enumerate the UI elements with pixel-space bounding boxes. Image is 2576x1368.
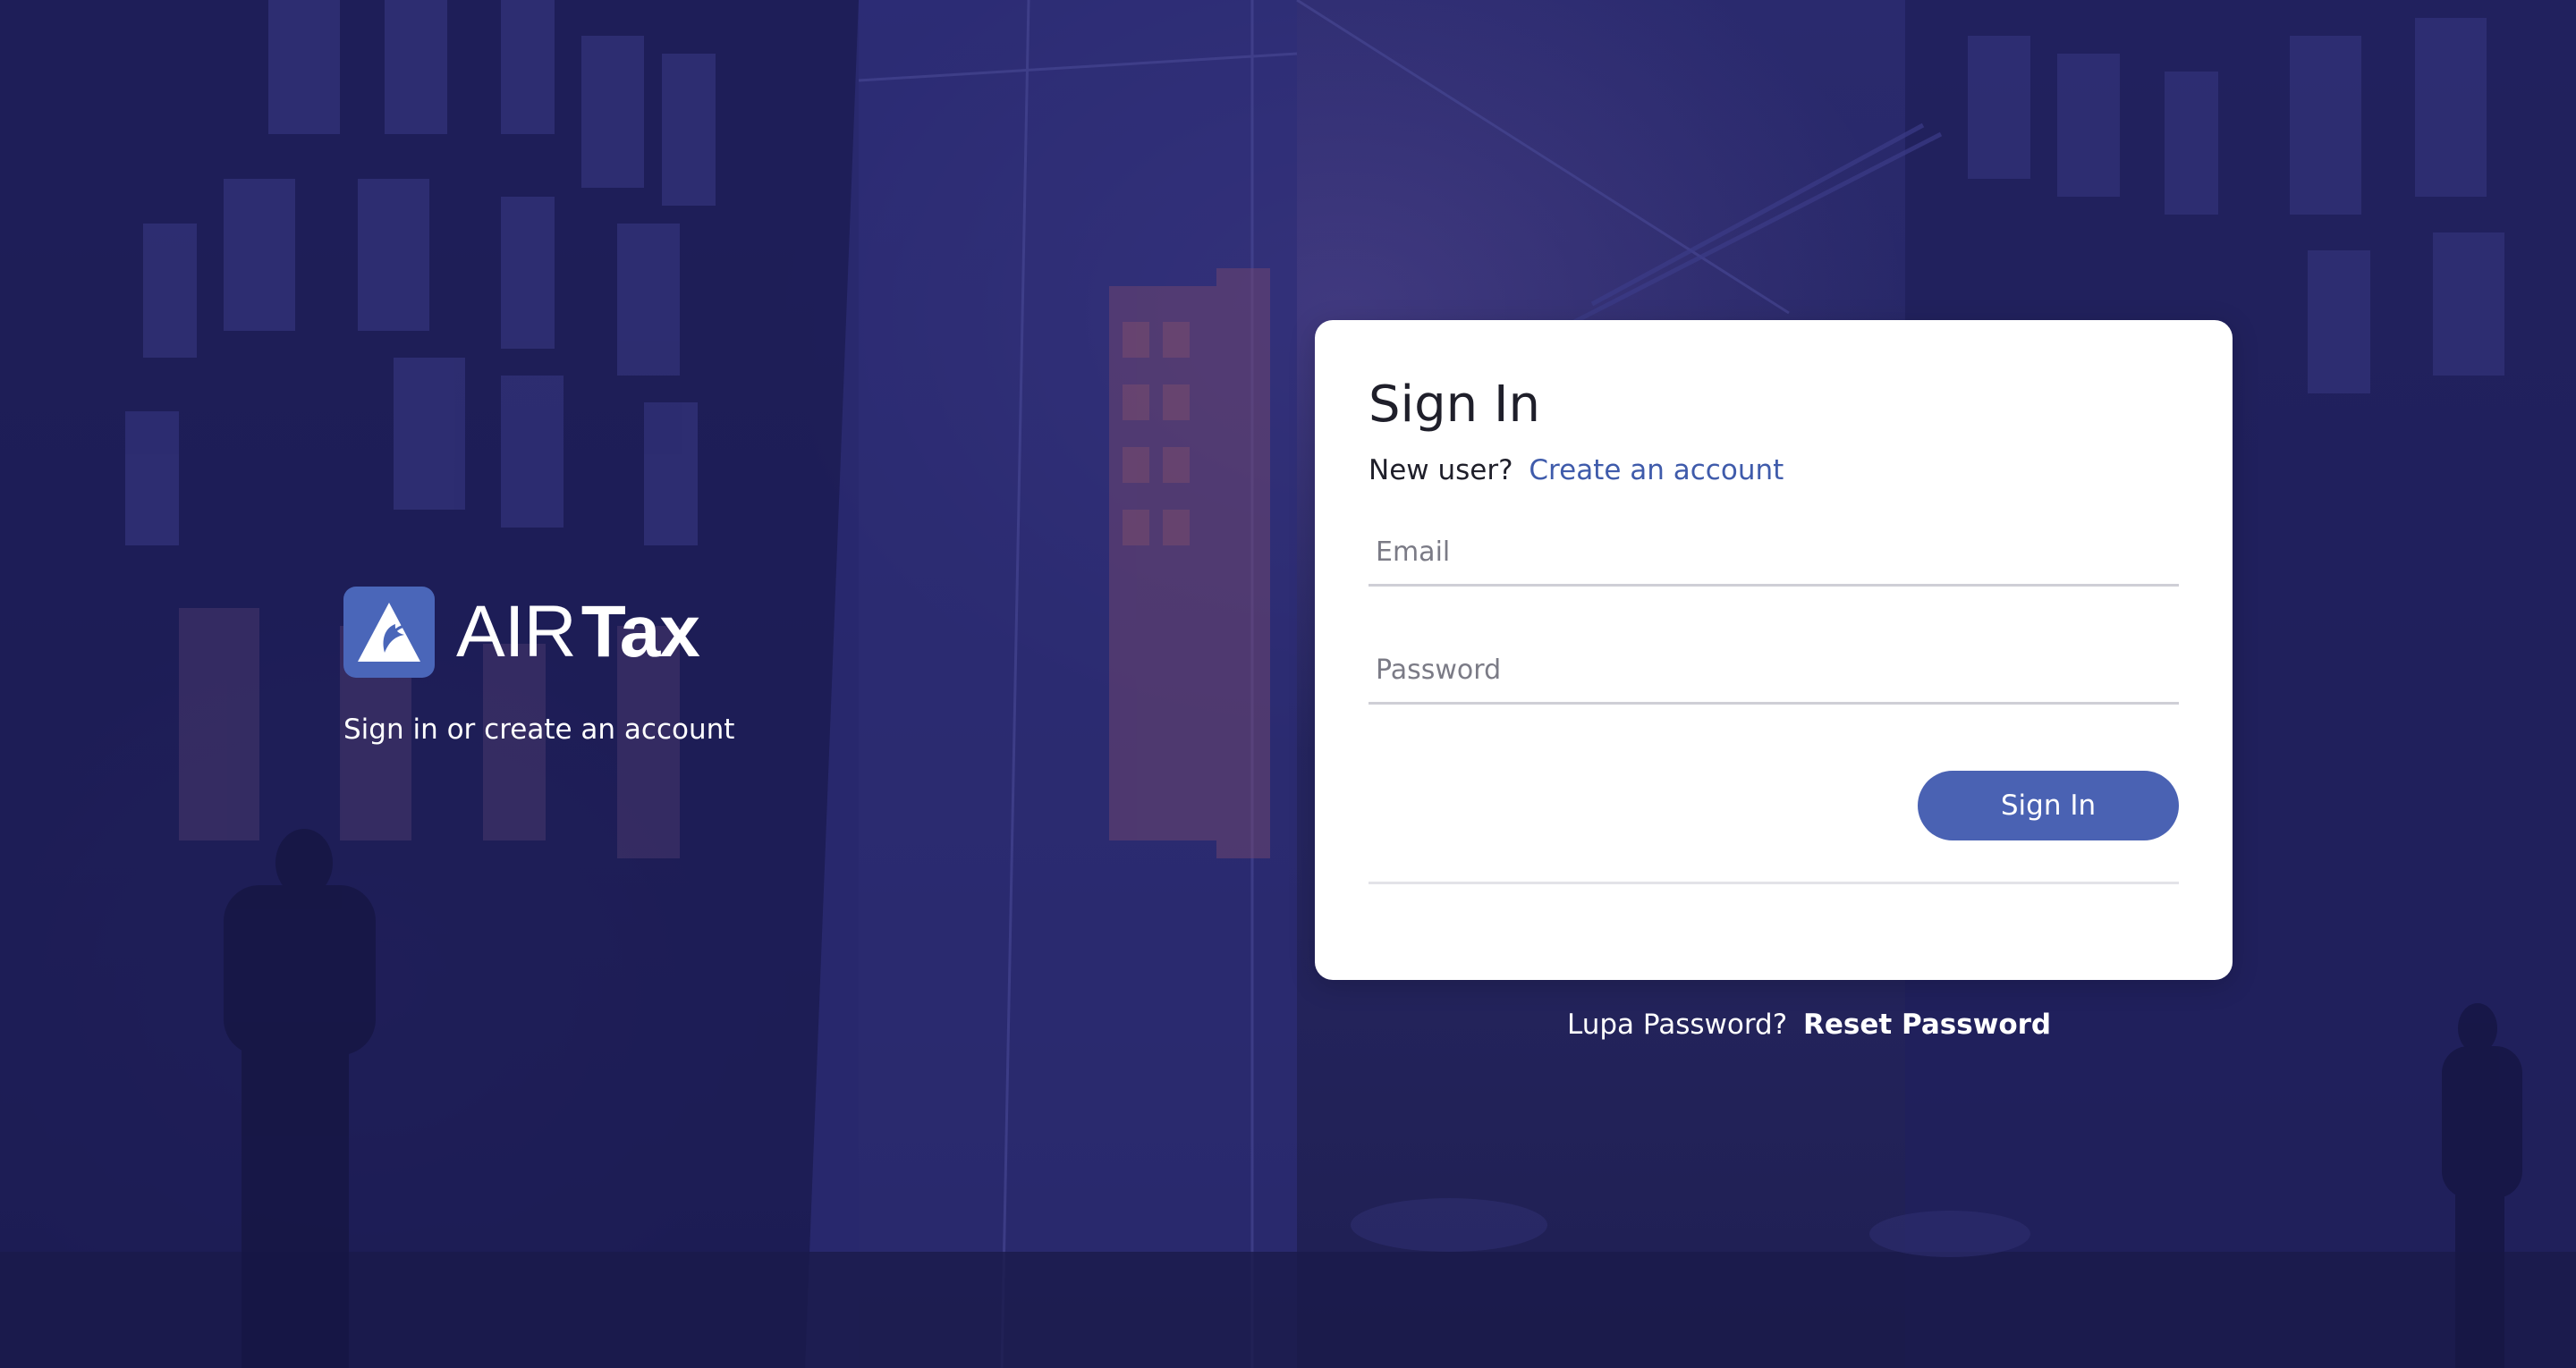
signin-card: Sign In New user? Create an account Sign… — [1315, 320, 2233, 980]
password-field[interactable] — [1368, 638, 2179, 705]
email-field[interactable] — [1368, 520, 2179, 587]
signin-title: Sign In — [1368, 376, 1540, 434]
brand-name-light: AIR — [456, 591, 577, 672]
reset-password-link[interactable]: Reset Password — [1803, 1009, 2051, 1041]
airtax-logo-icon — [343, 587, 435, 678]
new-user-prompt: New user? — [1368, 454, 1513, 486]
forgot-password-prompt: Lupa Password? — [1567, 1009, 1788, 1041]
brand-tagline: Sign in or create an account — [343, 714, 735, 746]
forgot-password-row: Lupa Password? Reset Password — [1567, 1009, 2051, 1041]
brand-name: AIRTax — [456, 595, 700, 669]
brand-name-bold: Tax — [580, 591, 700, 672]
card-divider — [1368, 882, 2179, 884]
brand-logo: AIRTax — [343, 587, 700, 678]
create-account-link[interactable]: Create an account — [1529, 454, 1784, 486]
airtax-mark-icon — [358, 603, 420, 662]
sign-in-button[interactable]: Sign In — [1918, 771, 2179, 840]
new-user-row: New user? Create an account — [1368, 454, 1784, 486]
signin-page: AIRTax Sign in or create an account Sign… — [0, 0, 2576, 1368]
